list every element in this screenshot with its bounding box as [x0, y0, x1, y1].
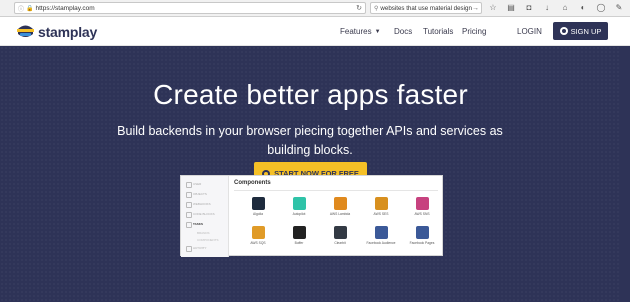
- nav-tutorials[interactable]: Tutorials: [423, 17, 453, 46]
- signup-label: SIGN UP: [570, 26, 602, 36]
- preview-sidebar-subitem: COMPONENTS: [197, 237, 219, 242]
- address-bar[interactable]: ⓘ 🔒 https://stamplay.com ↻: [14, 2, 366, 14]
- nav-features[interactable]: Features ▼: [340, 17, 381, 46]
- component-icon: [292, 197, 306, 210]
- bookmark-star-icon[interactable]: ☆: [488, 2, 498, 14]
- component-icon: [251, 226, 265, 239]
- preview-sidebar-item: CODE BLOCKS: [181, 209, 228, 219]
- signup-button[interactable]: SIGN UP: [553, 22, 608, 40]
- component-tile[interactable]: Algolia: [240, 197, 276, 216]
- component-label: AWS SES: [373, 212, 389, 216]
- pocket-icon[interactable]: ◘: [524, 2, 534, 14]
- lock-icon: 🔒: [26, 5, 34, 12]
- nav-docs[interactable]: Docs: [394, 17, 412, 46]
- component-tile[interactable]: AWS Lambda: [322, 197, 358, 216]
- preview-sidebar-item: USER: [181, 179, 228, 189]
- component-tile[interactable]: Clearbit: [322, 226, 358, 245]
- component-label: Buffer: [294, 241, 304, 245]
- home-icon[interactable]: ⌂: [560, 2, 570, 14]
- brand-name: stamplay: [38, 23, 98, 40]
- component-label: Autopilot: [292, 212, 306, 216]
- nav-pricing[interactable]: Pricing: [462, 17, 486, 46]
- preview-main: Components Algolia Autopilot AWS Lambda AWS…: [230, 176, 442, 257]
- component-icon: [292, 226, 306, 239]
- hero-section: Create better apps faster Build backends…: [0, 46, 621, 302]
- addon-icon[interactable]: ✎: [614, 2, 624, 14]
- component-label: Algolia: [253, 212, 263, 216]
- component-label: AWS SQS: [250, 241, 266, 245]
- preview-sidebar-item-active: TASKS: [181, 219, 228, 229]
- component-icon: [333, 226, 347, 239]
- component-tile[interactable]: AWS SQS: [240, 226, 276, 245]
- preview-sidebar: USER OBJECTS WEBHOOKS CODE BLOCKS TASKS …: [181, 176, 229, 257]
- component-icon: [333, 197, 347, 210]
- component-icon: [374, 226, 388, 239]
- components-title: Components: [234, 180, 271, 186]
- dashboard-preview: USER OBJECTS WEBHOOKS CODE BLOCKS TASKS …: [180, 175, 443, 257]
- component-icon: [251, 197, 265, 210]
- browser-search-box[interactable]: ⚲ websites that use material design →: [370, 2, 482, 14]
- caret-down-icon: ▼: [374, 28, 381, 35]
- info-icon[interactable]: ⓘ: [18, 4, 24, 13]
- component-label: AWS Lambda: [329, 212, 351, 216]
- component-tile[interactable]: AWS SES: [363, 197, 399, 216]
- stamplay-logo-icon: [17, 25, 34, 37]
- component-icon: [415, 197, 429, 210]
- github-icon: [559, 27, 568, 35]
- component-label: Clearbit: [334, 241, 346, 245]
- site-header: stamplay Features ▼ Docs Tutorials Prici…: [0, 17, 630, 46]
- preview-sidebar-item: WEBHOOKS: [181, 199, 228, 209]
- component-tile[interactable]: Autopilot: [281, 197, 317, 216]
- reload-icon[interactable]: ↻: [356, 4, 362, 12]
- component-label: AWS SNS: [414, 212, 430, 216]
- component-tile[interactable]: Facebook Pages: [404, 226, 440, 245]
- reading-list-icon[interactable]: ▤: [506, 2, 516, 14]
- component-label: Facebook Audience: [366, 241, 396, 245]
- search-text: websites that use material design: [380, 4, 472, 12]
- preview-sidebar-item: OBJECTS: [181, 189, 228, 199]
- hero-subtitle: Build backends in your browser piecing t…: [117, 124, 503, 157]
- component-icon: [374, 197, 388, 210]
- component-label: Facebook Pages: [409, 241, 435, 245]
- chat-icon[interactable]: ◯: [596, 2, 606, 14]
- download-icon[interactable]: ↓: [542, 2, 552, 14]
- nav-features-label: Features: [340, 27, 372, 36]
- browser-toolbar: ⓘ 🔒 https://stamplay.com ↻ ⚲ websites th…: [0, 0, 630, 17]
- preview-sidebar-item: ACTIVITY: [181, 243, 228, 253]
- search-go-icon[interactable]: →: [472, 5, 479, 12]
- url-text: https://stamplay.com: [35, 4, 95, 12]
- login-link[interactable]: LOGIN: [517, 17, 542, 46]
- component-tile[interactable]: AWS SNS: [404, 197, 440, 216]
- hero-title: Create better apps faster: [153, 79, 468, 110]
- search-icon: ⚲: [374, 5, 379, 12]
- extension-icon[interactable]: ◐: [578, 2, 588, 14]
- component-tile[interactable]: Facebook Audience: [363, 226, 399, 245]
- component-tile[interactable]: Buffer: [281, 226, 317, 245]
- brand-logo[interactable]: stamplay: [16, 23, 97, 40]
- divider: [234, 190, 438, 191]
- component-icon: [415, 226, 429, 239]
- preview-sidebar-subitem: BRANDS: [197, 230, 210, 235]
